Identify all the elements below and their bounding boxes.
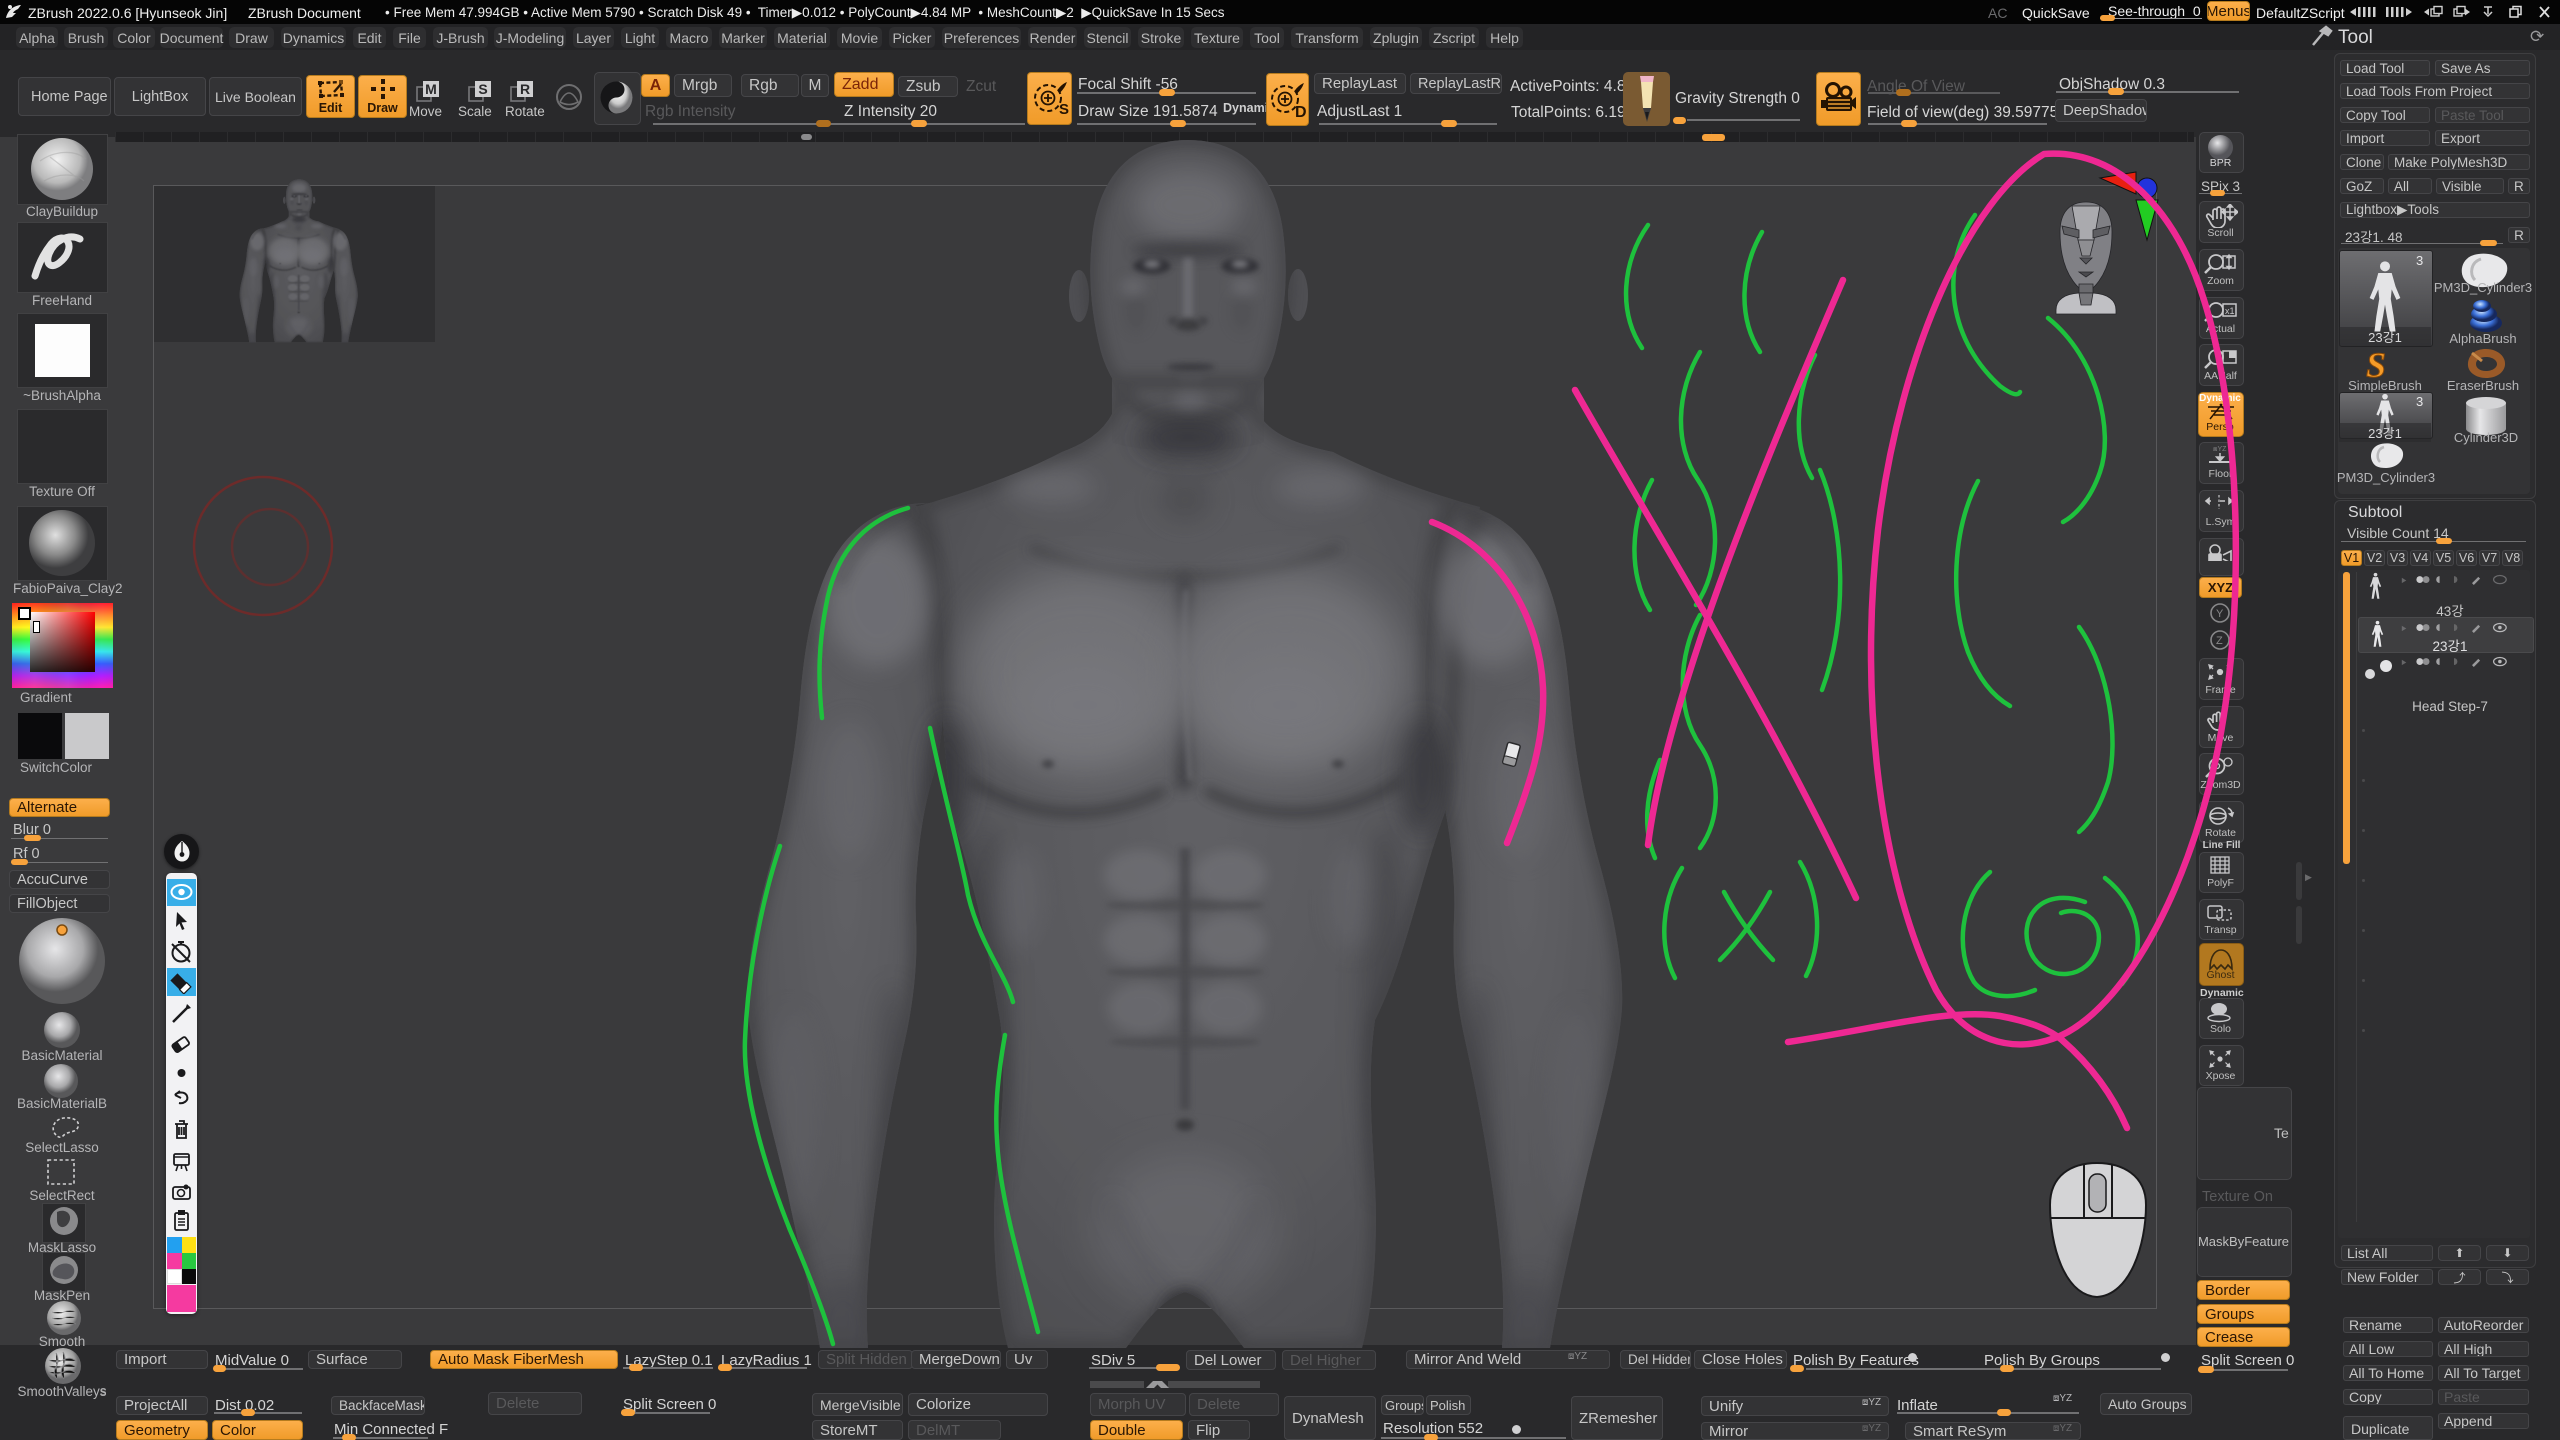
svg-text:S: S [1059, 101, 1069, 118]
svg-text:D: D [1295, 104, 1307, 121]
svg-text:Z: Z [2216, 635, 2223, 647]
svg-text:M: M [425, 81, 437, 97]
svg-text:Y: Y [2216, 608, 2224, 620]
svg-text:R: R [520, 81, 530, 97]
svg-text:S: S [478, 81, 487, 97]
svg-text:⧈YZ: ⧈YZ [2213, 446, 2227, 453]
svg-text:x1: x1 [2225, 306, 2235, 316]
